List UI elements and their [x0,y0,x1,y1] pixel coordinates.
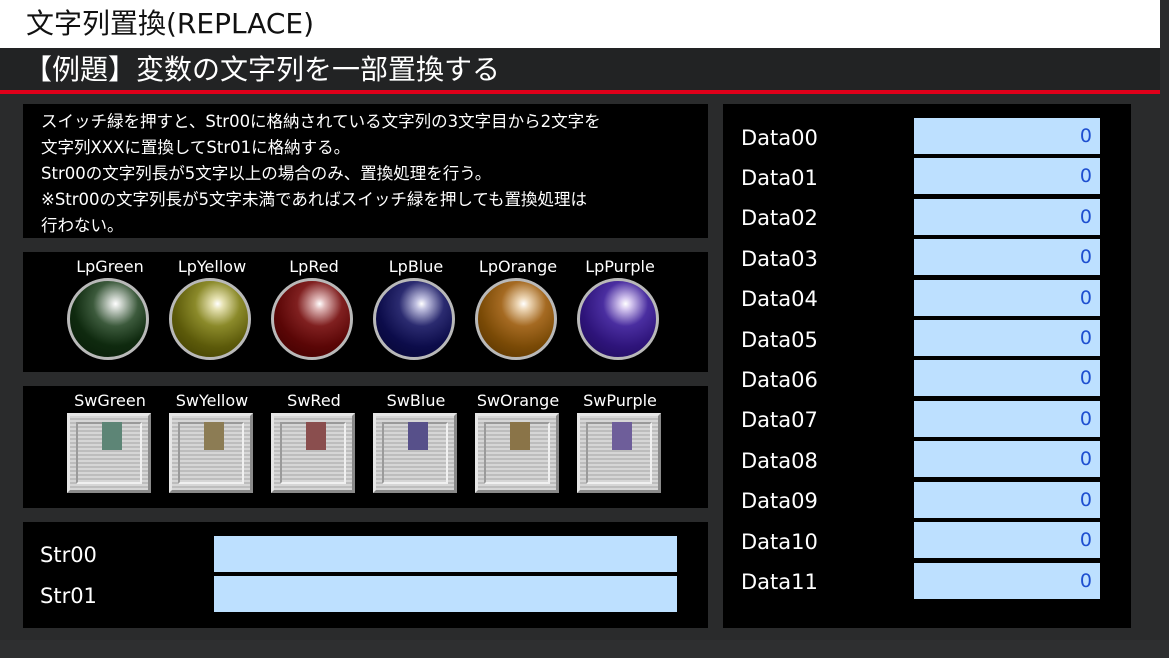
data10-label: Data10 [741,530,818,554]
data02-field[interactable]: 0 [914,199,1100,235]
data03-label: Data03 [741,247,818,271]
data-panel: Data00 0 Data01 0 Data02 0 Data03 0 Data… [723,104,1131,628]
switch-label-purple: SwPurple [583,391,657,410]
description-line: Str00の文字列長が5文字以上の場合のみ、置換処理を行う。 [41,164,492,183]
lamp-label-yellow: LpYellow [177,257,247,276]
str00-field[interactable] [214,536,677,572]
data06-label: Data06 [741,368,818,392]
switch-blue-button[interactable] [373,413,457,493]
data08-field[interactable]: 0 [914,441,1100,477]
bottom-strip [0,640,1169,658]
lamp-label-purple: LpPurple [585,257,655,276]
data09-label: Data09 [741,489,818,513]
switch-green-button[interactable] [67,413,151,493]
lamp-purple [577,278,659,360]
data11-label: Data11 [741,570,818,594]
lamp-panel: LpGreen LpYellow LpRed LpBlue LpOrange L… [23,252,708,372]
switch-label-orange: SwOrange [476,391,560,410]
data06-field[interactable]: 0 [914,360,1100,396]
description-panel: スイッチ緑を押すと、Str00に格納されている文字列の3文字目から2文字を 文字… [23,104,708,238]
description-line: 文字列XXXに置換してStr01に格納する。 [41,138,351,157]
data01-label: Data01 [741,166,818,190]
data04-label: Data04 [741,287,818,311]
right-strip [1160,0,1169,658]
switch-yellow-button[interactable] [169,413,253,493]
switch-label-yellow: SwYellow [175,391,249,410]
lamp-red [271,278,353,360]
switch-label-blue: SwBlue [386,391,446,410]
str00-label: Str00 [40,543,97,567]
data09-field[interactable]: 0 [914,482,1100,518]
lamp-blue [373,278,455,360]
data05-label: Data05 [741,328,818,352]
str01-field[interactable] [214,576,677,612]
str01-label: Str01 [40,584,97,608]
description-line: ※Str00の文字列長が5文字未満であればスイッチ緑を押しても置換処理は [41,190,588,209]
title-bar: 文字列置換(REPLACE) [0,0,1160,48]
switch-orange-button[interactable] [475,413,559,493]
data00-label: Data00 [741,126,818,150]
data05-field[interactable]: 0 [914,320,1100,356]
data03-field[interactable]: 0 [914,239,1100,275]
lamp-green [67,278,149,360]
data11-field[interactable]: 0 [914,563,1100,599]
lamp-label-green: LpGreen [76,257,144,276]
data04-field[interactable]: 0 [914,280,1100,316]
lamp-orange [475,278,557,360]
lamp-yellow [169,278,251,360]
switch-label-red: SwRed [287,391,341,410]
data02-label: Data02 [741,206,818,230]
switch-red-button[interactable] [271,413,355,493]
lamp-label-blue: LpBlue [388,257,444,276]
description-line: 行わない。 [41,216,124,235]
data01-field[interactable]: 0 [914,158,1100,194]
data07-label: Data07 [741,408,818,432]
string-panel: Str00 Str01 [23,522,708,628]
data00-field[interactable]: 0 [914,118,1100,154]
data10-field[interactable]: 0 [914,522,1100,558]
lamp-label-orange: LpOrange [478,257,558,276]
accent-divider [0,90,1160,94]
subtitle-bar: 【例題】変数の文字列を一部置換する [0,48,1160,90]
description-line: スイッチ緑を押すと、Str00に格納されている文字列の3文字目から2文字を [41,112,601,131]
page-title: 文字列置換(REPLACE) [26,7,315,40]
lamp-label-red: LpRed [289,257,339,276]
page-subtitle: 【例題】変数の文字列を一部置換する [24,53,501,86]
switch-panel: SwGreen SwYellow SwRed SwBlue SwOrange S… [23,386,708,508]
data08-label: Data08 [741,449,818,473]
data07-field[interactable]: 0 [914,401,1100,437]
switch-label-green: SwGreen [74,391,146,410]
switch-purple-button[interactable] [577,413,661,493]
